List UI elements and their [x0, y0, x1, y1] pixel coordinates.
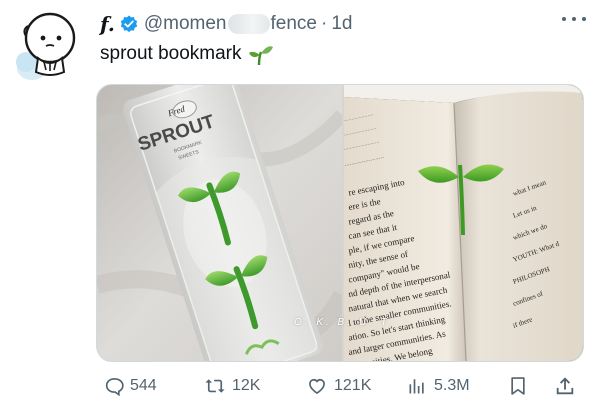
views-icon: [409, 379, 424, 394]
bookmark-icon: [511, 377, 525, 395]
share-button[interactable]: [554, 374, 582, 398]
handle[interactable]: @momen fence: [144, 13, 317, 35]
repost-button[interactable]: 12K: [204, 374, 260, 398]
repost-count: 12K: [232, 377, 261, 394]
views-count: 5.3M: [434, 377, 470, 394]
tweet-media[interactable]: Fred SPROUT BOOKMARK SWEETS ............…: [96, 84, 584, 362]
timestamp[interactable]: 1d: [331, 13, 352, 35]
share-icon: [556, 377, 574, 395]
more-options-icon[interactable]: [562, 10, 586, 28]
avatar[interactable]: [12, 6, 88, 82]
watermark: O. K. B. U. T: [294, 317, 390, 328]
like-count: 121K: [334, 377, 372, 394]
tweet-text-content: sprout bookmark: [100, 43, 242, 64]
repost-icon: [205, 379, 225, 393]
heart-icon: [309, 378, 325, 395]
reply-icon: [105, 378, 124, 396]
bookmark-button[interactable]: [508, 374, 534, 398]
separator: ·: [321, 13, 328, 34]
reply-count: 544: [130, 377, 157, 394]
like-button[interactable]: 121K: [306, 374, 371, 398]
verified-badge-icon: [120, 15, 138, 33]
handle-suffix: fence: [270, 13, 317, 34]
action-bar: 544 12K 121K 5.3M: [100, 374, 584, 398]
views-button[interactable]: 5.3M: [406, 374, 470, 398]
tweet-text: sprout bookmark: [100, 42, 274, 66]
display-name[interactable]: f.: [100, 12, 115, 36]
handle-prefix: @momen: [143, 13, 227, 34]
reply-button[interactable]: 544: [104, 374, 157, 398]
tweet-header: f. @momen fence · 1d: [100, 10, 352, 38]
handle-blur: [227, 13, 270, 34]
seedling-icon: [248, 42, 274, 66]
